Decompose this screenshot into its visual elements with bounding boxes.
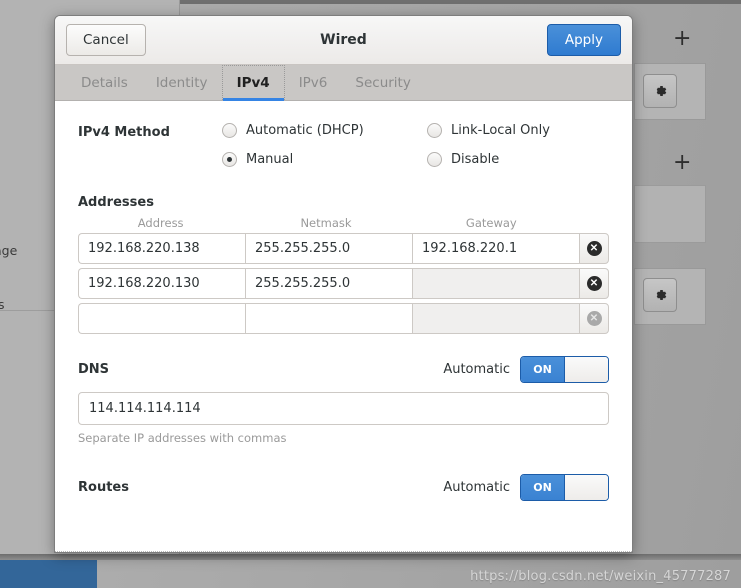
delete-row-button-3[interactable]: ✕ — [579, 303, 609, 334]
dns-automatic-toggle[interactable]: ON — [520, 356, 609, 383]
toggle-state-label: ON — [521, 357, 564, 382]
add-connection-button-bottom[interactable]: + — [673, 152, 691, 174]
addresses-section: Addresses Address Netmask Gateway ✕ ✕ — [78, 195, 609, 334]
gateway-input-row-3[interactable] — [412, 303, 579, 334]
radio-option-disable[interactable]: Disable — [427, 152, 609, 167]
gateway-input-row-2[interactable] — [412, 268, 579, 299]
gateway-input-row-1[interactable] — [412, 233, 579, 264]
radio-option-link-local-only[interactable]: Link-Local Only — [427, 123, 609, 138]
delete-circle-icon-disabled: ✕ — [586, 311, 602, 326]
radio-icon — [427, 123, 442, 138]
network-settings-dialog: Cancel Wired Apply Details Identity IPv4… — [54, 15, 633, 553]
delete-circle-icon: ✕ — [586, 241, 602, 256]
dialog-body: IPv4 Method Automatic (DHCP) Link-Local … — [55, 101, 632, 552]
delete-circle-icon: ✕ — [586, 276, 602, 291]
radio-label: Link-Local Only — [451, 123, 550, 138]
routes-automatic-label: Automatic — [443, 480, 510, 495]
radio-icon-selected — [222, 152, 237, 167]
dns-section: DNS Automatic ON Separate IP addresses w… — [78, 356, 609, 445]
toggle-state-label: ON — [521, 475, 564, 500]
tab-identity[interactable]: Identity — [142, 65, 222, 100]
dns-heading: DNS — [78, 362, 110, 377]
table-row: ✕ — [78, 268, 609, 299]
address-input-row-2[interactable] — [78, 268, 245, 299]
background-text-fragment-1: age — [0, 243, 18, 258]
netmask-input-row-2[interactable] — [245, 268, 412, 299]
gear-icon — [656, 290, 667, 300]
background-bottom-strip — [0, 554, 741, 560]
dialog-bottom-edge — [55, 551, 632, 552]
column-header-netmask: Netmask — [300, 216, 352, 230]
dialog-titlebar: Cancel Wired Apply — [55, 16, 632, 65]
toggle-knob — [564, 357, 608, 382]
settings-gear-button-bottom[interactable] — [643, 278, 677, 312]
delete-row-button-1[interactable]: ✕ — [579, 233, 609, 264]
radio-label: Automatic (DHCP) — [246, 123, 364, 138]
addresses-heading: Addresses — [78, 195, 154, 210]
tab-ipv4[interactable]: IPv4 — [221, 65, 285, 101]
toggle-knob — [564, 475, 608, 500]
address-input-row-3[interactable] — [78, 303, 245, 334]
radio-label: Manual — [246, 152, 294, 167]
routes-automatic-toggle[interactable]: ON — [520, 474, 609, 501]
cancel-button[interactable]: Cancel — [66, 24, 146, 56]
radio-option-automatic-dhcp[interactable]: Automatic (DHCP) — [222, 123, 427, 138]
delete-row-button-2[interactable]: ✕ — [579, 268, 609, 299]
background-text-fragment-2: s — [0, 297, 5, 312]
radio-icon — [222, 123, 237, 138]
routes-header-row: Routes Automatic ON — [78, 474, 609, 501]
table-row: ✕ — [78, 303, 609, 334]
dns-servers-input[interactable] — [78, 392, 609, 425]
dns-header-row: DNS Automatic ON — [78, 356, 609, 383]
taskbar-item[interactable] — [0, 560, 97, 588]
apply-button[interactable]: Apply — [546, 24, 621, 56]
dns-automatic-label: Automatic — [443, 362, 510, 377]
tab-bar: Details Identity IPv4 IPv6 Security — [55, 65, 632, 101]
routes-heading: Routes — [78, 480, 129, 495]
add-connection-button-top[interactable]: + — [673, 28, 691, 50]
tab-security[interactable]: Security — [341, 65, 424, 100]
netmask-input-row-3[interactable] — [245, 303, 412, 334]
gear-icon — [656, 86, 667, 96]
table-row: ✕ — [78, 233, 609, 264]
dns-hint-text: Separate IP addresses with commas — [78, 431, 287, 445]
netmask-input-row-1[interactable] — [245, 233, 412, 264]
ipv4-method-label: IPv4 Method — [78, 125, 170, 140]
addresses-column-headers: Address Netmask Gateway — [78, 216, 609, 230]
routes-section: Routes Automatic ON — [78, 474, 609, 501]
radio-icon — [427, 152, 442, 167]
settings-gear-button-top[interactable] — [643, 74, 677, 108]
ipv4-method-section: IPv4 Method Automatic (DHCP) Link-Local … — [78, 123, 609, 167]
address-input-row-1[interactable] — [78, 233, 245, 264]
column-header-gateway: Gateway — [465, 216, 517, 230]
radio-label: Disable — [451, 152, 500, 167]
column-header-address: Address — [137, 216, 184, 230]
radio-option-manual[interactable]: Manual — [222, 152, 427, 167]
watermark: https://blog.csdn.net/weixin_45777287 — [470, 569, 731, 584]
background-panel-2 — [634, 185, 706, 243]
tab-details[interactable]: Details — [67, 65, 142, 100]
ipv4-method-options: Automatic (DHCP) Link-Local Only Manual … — [222, 123, 609, 167]
tab-ipv6[interactable]: IPv6 — [285, 65, 342, 100]
